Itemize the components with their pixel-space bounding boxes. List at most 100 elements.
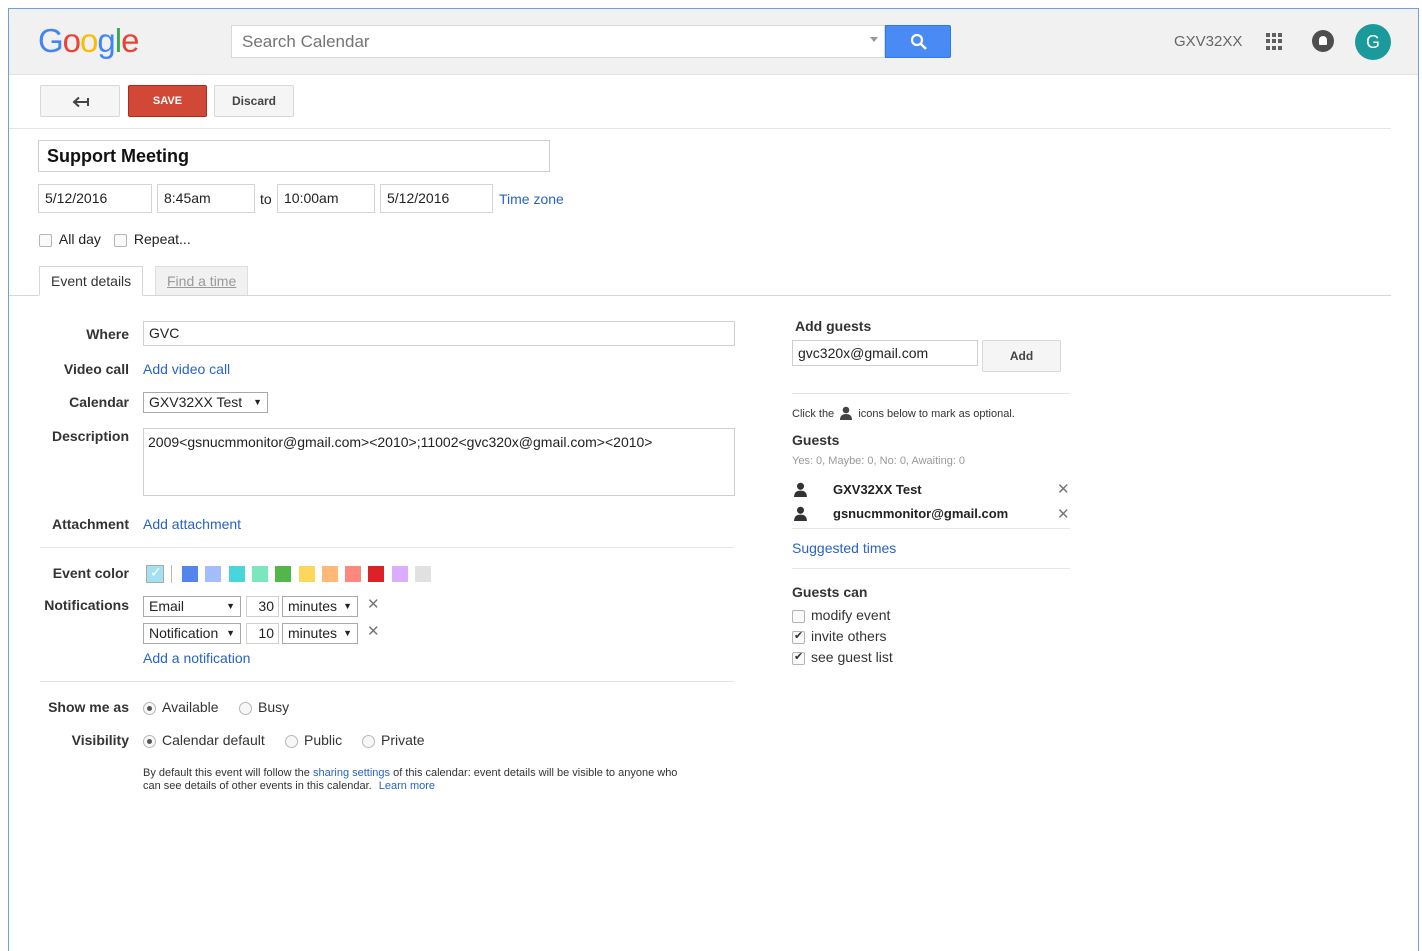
- add-guest-button[interactable]: Add: [982, 340, 1061, 372]
- busy-radio[interactable]: [239, 701, 252, 715]
- search-options-caret-icon[interactable]: [870, 37, 878, 42]
- add-guest-input[interactable]: gvc320x@gmail.com: [792, 340, 978, 366]
- calendar-select[interactable]: GXV32XX Test: [143, 392, 268, 413]
- divider: [792, 568, 1070, 569]
- notification-amount-input[interactable]: 30: [246, 596, 279, 617]
- private-radio[interactable]: [362, 734, 375, 748]
- guest-name: gsnucmmonitor@gmail.com: [833, 506, 1009, 521]
- divider: [792, 528, 1070, 529]
- divider: [40, 547, 734, 548]
- guest-optional-toggle-icon[interactable]: [793, 506, 808, 521]
- busy-label: Busy: [258, 699, 290, 715]
- color-swatch[interactable]: [205, 566, 222, 582]
- guest-permission-option[interactable]: invite others: [792, 628, 886, 644]
- where-label: Where: [86, 326, 129, 342]
- avatar[interactable]: G: [1355, 24, 1391, 60]
- guest-permission-checkbox[interactable]: [792, 650, 805, 665]
- person-icon: [840, 406, 853, 420]
- remove-notification-icon[interactable]: ✕: [367, 595, 380, 613]
- color-swatch[interactable]: [228, 566, 245, 582]
- suggested-times-link[interactable]: Suggested times: [792, 540, 896, 556]
- public-label: Public: [304, 732, 343, 748]
- start-date-input[interactable]: 5/12/2016: [38, 184, 152, 213]
- calendar-default-radio[interactable]: [143, 734, 156, 748]
- logo-letter: e: [121, 22, 139, 59]
- to-label: to: [260, 191, 272, 207]
- remove-guest-icon[interactable]: ✕: [1057, 505, 1070, 523]
- where-input[interactable]: GVC: [143, 321, 735, 346]
- tab-event-details[interactable]: Event details: [39, 266, 144, 296]
- calendar-default-label: Calendar default: [162, 732, 265, 748]
- calendar-label: Calendar: [69, 394, 129, 410]
- guest-permission-checkbox[interactable]: [792, 629, 805, 644]
- private-label: Private: [381, 732, 425, 748]
- end-date-input[interactable]: 5/12/2016: [380, 184, 493, 213]
- color-swatch[interactable]: [345, 566, 362, 582]
- tab-find-a-time[interactable]: Find a time: [155, 266, 249, 296]
- color-swatch[interactable]: [275, 566, 292, 582]
- swatch-separator: [171, 565, 172, 583]
- search-box[interactable]: [231, 25, 885, 58]
- guest-permission-checkbox[interactable]: [792, 609, 805, 623]
- notifications-label: Notifications: [44, 597, 129, 613]
- search-input[interactable]: [232, 26, 852, 57]
- calendar-default-option[interactable]: Calendar default: [143, 732, 265, 748]
- notification-method-select[interactable]: Notification: [143, 623, 241, 644]
- apps-grid-icon[interactable]: [1266, 33, 1283, 50]
- logo-letter: o: [80, 22, 98, 59]
- divider: [40, 681, 734, 682]
- notification-unit-select[interactable]: minutes: [282, 623, 358, 644]
- default-color-swatch[interactable]: ✓: [146, 564, 164, 583]
- divider: [792, 393, 1070, 394]
- color-swatch[interactable]: [298, 566, 315, 582]
- search-button[interactable]: [885, 25, 951, 58]
- save-button[interactable]: SAVE: [128, 85, 207, 117]
- color-swatch[interactable]: [368, 566, 385, 582]
- color-swatch[interactable]: [251, 566, 268, 582]
- add-video-call-link[interactable]: Add video call: [143, 361, 230, 377]
- event-title-input[interactable]: Support Meeting: [38, 140, 550, 172]
- logo-letter: G: [38, 22, 64, 59]
- guest-permission-option[interactable]: modify event: [792, 607, 890, 623]
- account-name[interactable]: GXV32XX: [1174, 33, 1242, 50]
- color-swatch[interactable]: [182, 566, 198, 582]
- available-option[interactable]: Available: [143, 699, 219, 715]
- notification-unit-select[interactable]: minutes: [282, 596, 358, 617]
- repeat-option[interactable]: Repeat...: [114, 231, 191, 247]
- visibility-note-text: of this calendar: event details will be …: [393, 767, 678, 779]
- sharing-settings-link[interactable]: sharing settings: [313, 767, 390, 779]
- color-swatch[interactable]: [415, 566, 431, 582]
- description-label: Description: [51, 428, 129, 444]
- guests-can-heading: Guests can: [792, 584, 868, 600]
- color-swatch[interactable]: [391, 566, 408, 582]
- busy-option[interactable]: Busy: [239, 699, 289, 715]
- learn-more-link[interactable]: Learn more: [379, 780, 435, 792]
- logo-letter: g: [97, 22, 115, 59]
- public-option[interactable]: Public: [285, 732, 342, 748]
- notifications-bell-icon[interactable]: [1312, 30, 1334, 52]
- guest-permission-option[interactable]: see guest list: [792, 649, 893, 665]
- logo-letter: o: [62, 22, 81, 59]
- color-swatch[interactable]: [321, 566, 338, 582]
- remove-notification-icon[interactable]: ✕: [367, 622, 380, 640]
- description-textarea[interactable]: 2009<gsnucmmonitor@gmail.com><2010>;1100…: [143, 428, 735, 496]
- discard-button[interactable]: Discard: [214, 85, 294, 117]
- repeat-checkbox[interactable]: [114, 233, 127, 247]
- remove-guest-icon[interactable]: ✕: [1057, 480, 1070, 498]
- guest-optional-toggle-icon[interactable]: [793, 482, 808, 497]
- notification-method-select[interactable]: Email: [143, 596, 241, 617]
- add-attachment-link[interactable]: Add attachment: [143, 516, 241, 532]
- notification-amount-input[interactable]: 10: [246, 623, 279, 644]
- private-option[interactable]: Private: [362, 732, 425, 748]
- all-day-checkbox[interactable]: [39, 233, 52, 247]
- add-guests-heading: Add guests: [795, 318, 872, 334]
- time-zone-link[interactable]: Time zone: [499, 191, 564, 207]
- end-time-input[interactable]: 10:00am: [277, 184, 375, 213]
- start-time-input[interactable]: 8:45am: [157, 184, 255, 213]
- back-button[interactable]: [40, 85, 120, 117]
- public-radio[interactable]: [285, 734, 298, 748]
- all-day-option[interactable]: All day: [39, 231, 101, 247]
- available-radio[interactable]: [143, 701, 156, 715]
- add-notification-link[interactable]: Add a notification: [143, 650, 250, 666]
- google-logo[interactable]: Google: [38, 22, 139, 60]
